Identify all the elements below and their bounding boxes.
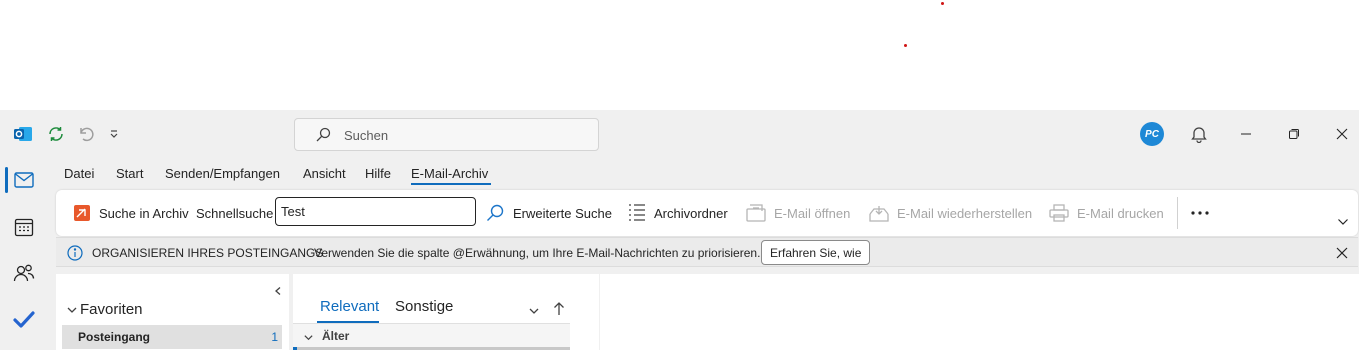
advanced-search-icon [485,203,505,223]
archive-search-icon [73,204,91,222]
outlook-window: Suchen PC Datei Start Senden/Empfangen A… [0,110,1359,350]
info-icon [67,245,83,266]
close-icon[interactable] [1332,124,1352,144]
open-email-label: E-Mail öffnen [774,205,851,221]
favorites-label: Favoriten [80,301,143,318]
group-label: Älter [322,329,350,343]
inbox-unread-count: 1 [271,330,278,344]
info-message: Verwenden Sie die spalte @Erwähnung, um … [314,246,761,260]
advanced-search-label: Erweiterte Suche [513,205,612,221]
tab-senden-empfangen[interactable]: Senden/Empfangen [165,166,280,181]
tab-datei[interactable]: Datei [64,166,94,181]
more-options-icon[interactable] [1190,203,1210,223]
restore-email-label: E-Mail wiederherstellen [897,205,1033,221]
info-title: ORGANISIEREN IHRES POSTEINGANGS [92,246,324,260]
tab-relevant[interactable]: Relevant [320,298,379,315]
sort-arrow-icon[interactable] [553,302,565,321]
open-email-button[interactable]: E-Mail öffnen [746,203,850,223]
group-header[interactable]: Älter [293,323,570,347]
tab-start[interactable]: Start [116,166,143,181]
search-in-archive-button[interactable]: Suche in Archiv [73,203,189,223]
undo-icon[interactable] [75,123,97,145]
filter-chevron-icon[interactable] [528,304,540,322]
search-placeholder: Suchen [344,128,389,143]
info-bar: ORGANISIEREN IHRES POSTEINGANGS Verwende… [56,237,1358,267]
people-icon[interactable] [8,257,40,289]
learn-how-button[interactable]: Erfahren Sie, wie [761,240,871,265]
list-icon [628,203,646,223]
ribbon: Suche in Archiv Schnellsuche Erweiterte … [56,190,1358,236]
tab-email-archiv[interactable]: E-Mail-Archiv [411,166,488,181]
inbox-label: Posteingang [78,330,151,344]
minimize-icon[interactable] [1236,124,1256,144]
red-dot [941,2,944,5]
archive-folder-label: Archivordner [654,205,728,221]
mail-icon[interactable] [8,164,40,196]
active-tab-underline [411,183,491,185]
chevron-down-icon [303,330,314,348]
search-box[interactable]: Suchen [294,118,599,151]
chevron-down-icon[interactable] [1337,212,1349,232]
tab-sonstige[interactable]: Sonstige [395,298,453,315]
ribbon-separator [1177,197,1178,229]
open-email-icon [746,204,766,222]
restore-email-button[interactable]: E-Mail wiederherstellen [869,203,1032,223]
chevron-down-icon [66,304,78,316]
todo-icon[interactable] [8,303,40,335]
message-list-pane: Relevant Sonstige Älter [293,274,599,350]
restore-icon[interactable] [1284,124,1304,144]
bell-icon[interactable] [1189,124,1209,144]
outlook-logo-icon [12,123,34,145]
customize-toolbar-icon[interactable] [103,123,125,145]
desktop-area [0,0,1359,110]
tab-ansicht[interactable]: Ansicht [303,166,346,181]
avatar[interactable]: PC [1140,122,1164,146]
reading-pane [600,274,1359,350]
search-in-archive-label: Suche in Archiv [99,205,189,221]
archive-folder-button[interactable]: Archivordner [628,203,728,223]
folder-pane: Favoriten Posteingang 1 [56,274,289,350]
print-email-button[interactable]: E-Mail drucken [1049,203,1164,223]
red-dot [904,44,907,47]
quick-search-label: Schnellsuche [196,205,274,221]
quick-search-input[interactable] [275,197,476,226]
collapse-pane-icon[interactable] [273,283,283,301]
close-info-icon[interactable] [1336,246,1348,264]
printer-icon [1049,204,1069,222]
favorites-header[interactable]: Favoriten [66,301,143,318]
search-icon [315,127,331,148]
calendar-icon[interactable] [8,211,40,243]
restore-email-icon [869,204,889,222]
advanced-search-button[interactable]: Erweiterte Suche [485,203,612,223]
title-bar: Suchen PC [0,110,1359,158]
folder-inbox[interactable]: Posteingang 1 [62,325,282,349]
print-email-label: E-Mail drucken [1077,205,1164,221]
tab-hilfe[interactable]: Hilfe [365,166,391,181]
sync-icon[interactable] [45,123,67,145]
